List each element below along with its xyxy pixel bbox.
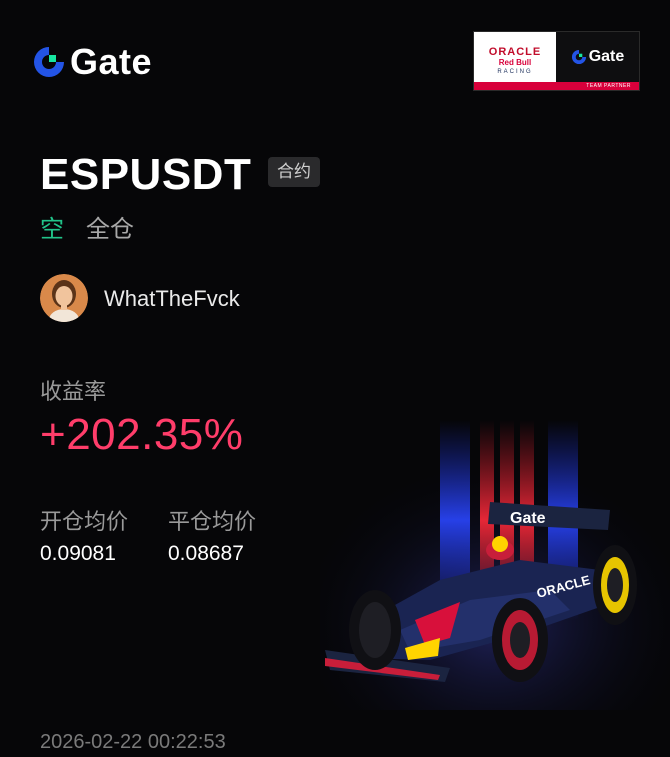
roi-value: +202.35%	[40, 410, 244, 459]
race-car-illustration: Gate ORACLE	[320, 420, 670, 710]
brand-logo: Gate	[32, 44, 152, 80]
close-price-label: 平仓均价	[168, 509, 257, 534]
gate-small-icon	[571, 49, 586, 65]
partner-racing-text: RACING	[497, 69, 533, 75]
partner-badge: ORACLE Red Bull RACING Gate TEAM PARTNER	[473, 31, 640, 91]
svg-text:Gate: Gate	[510, 510, 546, 527]
partner-redbull-text: Red Bull	[498, 58, 532, 67]
user-avatar	[40, 274, 88, 322]
partner-gate-text: Gate	[588, 48, 625, 65]
partner-gate-logo: Gate	[556, 32, 639, 82]
username: WhatTheFvck	[104, 286, 240, 311]
partner-tagline: TEAM PARTNER	[474, 82, 639, 90]
margin-mode: 全仓	[86, 216, 134, 243]
open-price-label: 开仓均价	[40, 509, 129, 534]
trading-symbol: ESPUSDT	[40, 150, 252, 199]
open-price-value: 0.09081	[40, 542, 116, 565]
partner-oracle-text: ORACLE	[488, 46, 542, 58]
contract-type-badge: 合约	[268, 157, 320, 187]
brand-name: Gate	[70, 41, 153, 82]
gate-logo-icon	[34, 47, 64, 77]
timestamp: 2026-02-22 00:22:53	[40, 731, 226, 753]
close-price-value: 0.08687	[168, 542, 244, 565]
roi-label: 收益率	[40, 379, 107, 404]
position-side: 空	[40, 216, 64, 243]
